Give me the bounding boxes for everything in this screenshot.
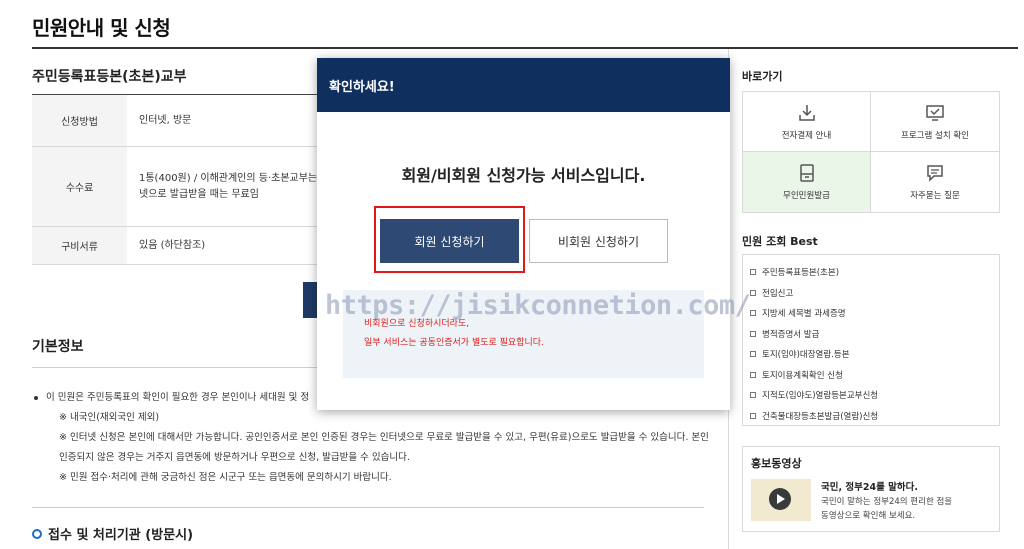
watermark-text: https://jisikconnetion.com/	[325, 290, 751, 321]
notice-line: 일부 서비스는 공동인증서가 별도로 필요합니다.	[364, 338, 544, 348]
member-apply-button[interactable]: 회원 신청하기	[380, 219, 519, 263]
modal-header: 확인하세요!	[317, 58, 730, 112]
modal-title: 확인하세요!	[329, 79, 395, 95]
guest-apply-button[interactable]: 비회원 신청하기	[529, 219, 668, 263]
modal-message: 회원/비회원 신청가능 서비스입니다.	[401, 166, 646, 185]
confirm-modal: 확인하세요! 회원/비회원 신청가능 서비스입니다. 회원 신청하기 비회원 신…	[317, 58, 730, 410]
